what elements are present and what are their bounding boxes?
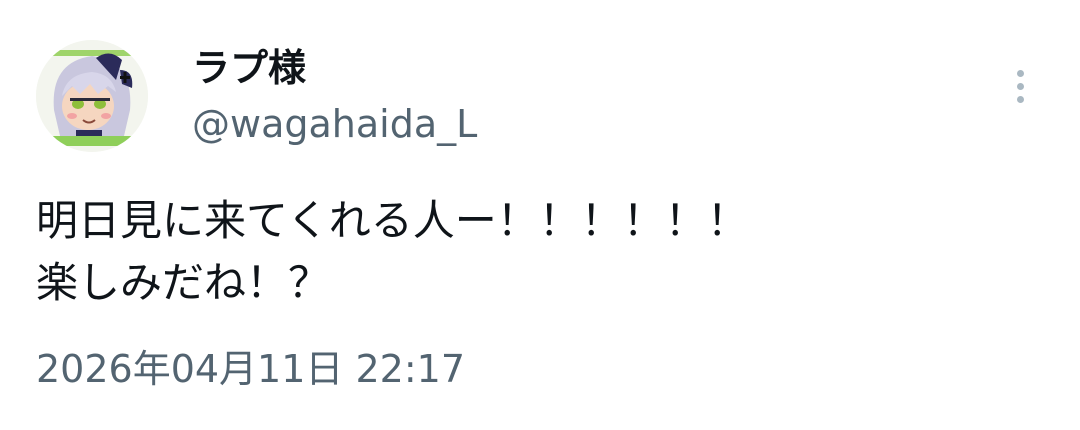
author-handle[interactable]: @wagahaida_L (192, 100, 477, 148)
more-options-button[interactable] (1000, 60, 1040, 112)
tweet-card: ラプ様 @wagahaida_L 明日見に来てくれる人ー！！！！！！ 楽しみだね… (0, 0, 1080, 430)
author-display-name[interactable]: ラプ様 (192, 44, 306, 92)
more-vertical-icon (1016, 82, 1024, 90)
tweet-timestamp[interactable]: 2026年04月11日 22:17 (36, 344, 465, 394)
author-avatar[interactable] (36, 40, 148, 152)
more-vertical-icon (1016, 69, 1024, 77)
more-vertical-icon (1016, 95, 1024, 103)
tweet-text-line: 楽しみだね！？ (36, 258, 331, 307)
tweet-text: 明日見に来てくれる人ー！！！！！！ 楽しみだね！？ (36, 190, 1046, 314)
tweet-text-line: 明日見に来てくれる人ー！！！！！！ (36, 196, 749, 245)
character-avatar-icon (36, 40, 148, 152)
